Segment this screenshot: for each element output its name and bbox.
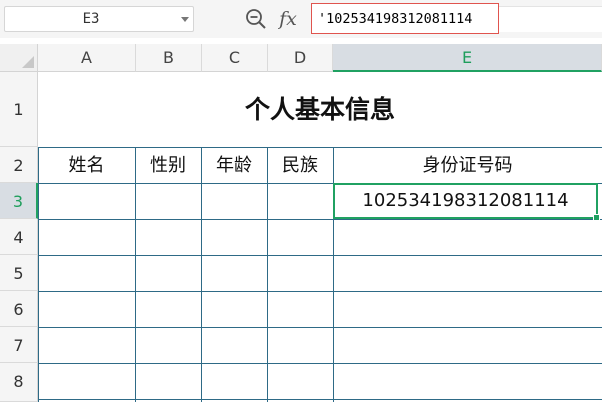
name-box-value: E3 (82, 11, 100, 27)
row-header-4[interactable]: 4 (0, 219, 38, 255)
selected-cell-e3[interactable]: 102534198312081114 (333, 183, 598, 219)
select-all-button[interactable] (0, 44, 38, 72)
header-cell-ethnicity[interactable]: 民族 (267, 147, 333, 183)
grid-line (38, 255, 602, 256)
grid-line (38, 327, 602, 328)
dropdown-caret-icon[interactable] (181, 17, 189, 22)
row-header-7[interactable]: 7 (0, 327, 38, 363)
grid-line (38, 363, 602, 364)
row-header-6[interactable]: 6 (0, 291, 38, 327)
header-cell-age[interactable]: 年龄 (201, 147, 267, 183)
formula-bar: E3 fx '102534198312081114 (0, 0, 602, 38)
column-header-a[interactable]: A (38, 44, 136, 72)
column-header-c[interactable]: C (202, 44, 268, 72)
column-header-e[interactable]: E (333, 44, 602, 72)
header-cell-gender[interactable]: 性别 (135, 147, 201, 183)
column-header-d[interactable]: D (268, 44, 333, 72)
grid-line (38, 219, 602, 220)
sheet-title-cell[interactable]: 个人基本信息 (38, 72, 602, 147)
zoom-in-icon[interactable] (245, 8, 267, 30)
fill-handle[interactable] (593, 214, 600, 221)
name-box[interactable]: E3 (4, 6, 194, 32)
column-header-b[interactable]: B (136, 44, 202, 72)
insert-function-button[interactable]: fx (276, 5, 300, 33)
grid-line (38, 399, 602, 400)
row-header-5[interactable]: 5 (0, 255, 38, 291)
row-header-2[interactable]: 2 (0, 147, 38, 183)
formula-input[interactable]: '102534198312081114 (311, 3, 499, 34)
row-header-1[interactable]: 1 (0, 72, 38, 147)
formula-input-extension[interactable] (499, 6, 602, 32)
row-header-8[interactable]: 8 (0, 363, 38, 402)
formula-text: '102534198312081114 (318, 11, 473, 27)
header-cell-name[interactable]: 姓名 (38, 147, 135, 183)
grid-line (38, 291, 602, 292)
select-all-triangle-icon (22, 56, 34, 68)
row-header-3[interactable]: 3 (0, 183, 38, 219)
header-cell-id-number[interactable]: 身份证号码 (333, 147, 602, 183)
